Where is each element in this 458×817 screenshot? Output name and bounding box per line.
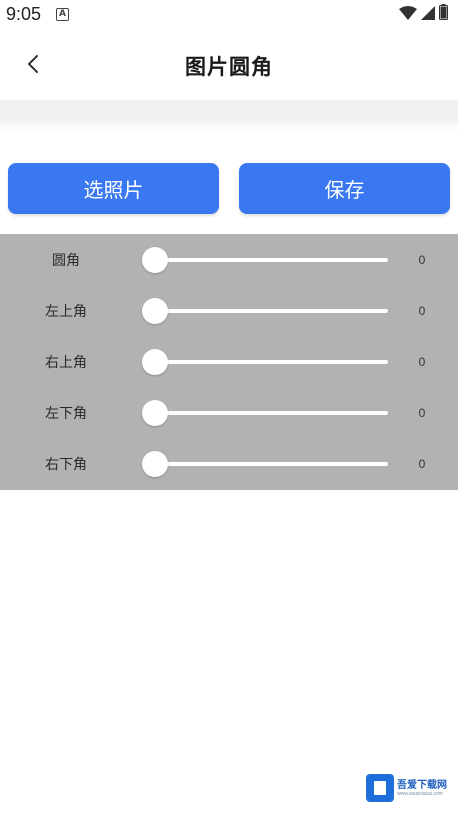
status-bar: 9:05 A xyxy=(0,0,458,30)
watermark-logo-icon xyxy=(366,774,394,802)
slider-row-radius: 圆角 0 xyxy=(0,234,458,285)
slider-value: 0 xyxy=(418,457,426,471)
header-divider-band xyxy=(0,100,458,122)
slider-value: 0 xyxy=(418,406,426,420)
header: 图片圆角 xyxy=(0,30,458,100)
slider-label: 右上角 xyxy=(45,355,87,371)
slider-label: 右下角 xyxy=(45,457,87,473)
status-time: 9:05 xyxy=(6,4,42,24)
slider-value: 0 xyxy=(418,304,426,318)
watermark-subtext: www.wuaixiazai.com xyxy=(397,791,443,797)
slider-track[interactable] xyxy=(155,462,388,466)
page-title: 图片圆角 xyxy=(185,55,273,79)
slider-track[interactable] xyxy=(155,258,388,262)
slider-track[interactable] xyxy=(155,411,388,415)
header-divider-fade xyxy=(0,122,458,132)
slider-label: 左下角 xyxy=(45,406,87,422)
slider-track[interactable] xyxy=(155,309,388,313)
slider-thumb[interactable] xyxy=(142,400,168,426)
slider-row-bottom-left: 左下角 0 xyxy=(0,387,458,438)
slider-label: 圆角 xyxy=(52,253,80,269)
select-photo-button[interactable]: 选照片 xyxy=(8,163,219,214)
slider-row-bottom-right: 右下角 0 xyxy=(0,438,458,489)
watermark: 吾爱下载网 www.wuaixiazai.com xyxy=(366,774,454,802)
slider-thumb[interactable] xyxy=(142,247,168,273)
slider-row-top-left: 左上角 0 xyxy=(0,285,458,336)
save-button[interactable]: 保存 xyxy=(239,163,450,214)
slider-value: 0 xyxy=(418,355,426,369)
watermark-text: 吾爱下载网 xyxy=(397,780,447,791)
signal-icon xyxy=(421,5,435,24)
battery-icon xyxy=(439,4,448,24)
status-icons xyxy=(399,4,448,24)
slider-value: 0 xyxy=(418,253,426,267)
slider-label: 左上角 xyxy=(45,304,87,320)
slider-track[interactable] xyxy=(155,360,388,364)
slider-thumb[interactable] xyxy=(142,298,168,324)
a-notification-icon: A xyxy=(56,8,69,21)
corner-slider-panel: 圆角 0 左上角 0 右上角 0 左下角 0 右下角 0 xyxy=(0,234,458,490)
slider-thumb[interactable] xyxy=(142,349,168,375)
slider-row-top-right: 右上角 0 xyxy=(0,336,458,387)
wifi-icon xyxy=(399,5,417,24)
slider-thumb[interactable] xyxy=(142,451,168,477)
